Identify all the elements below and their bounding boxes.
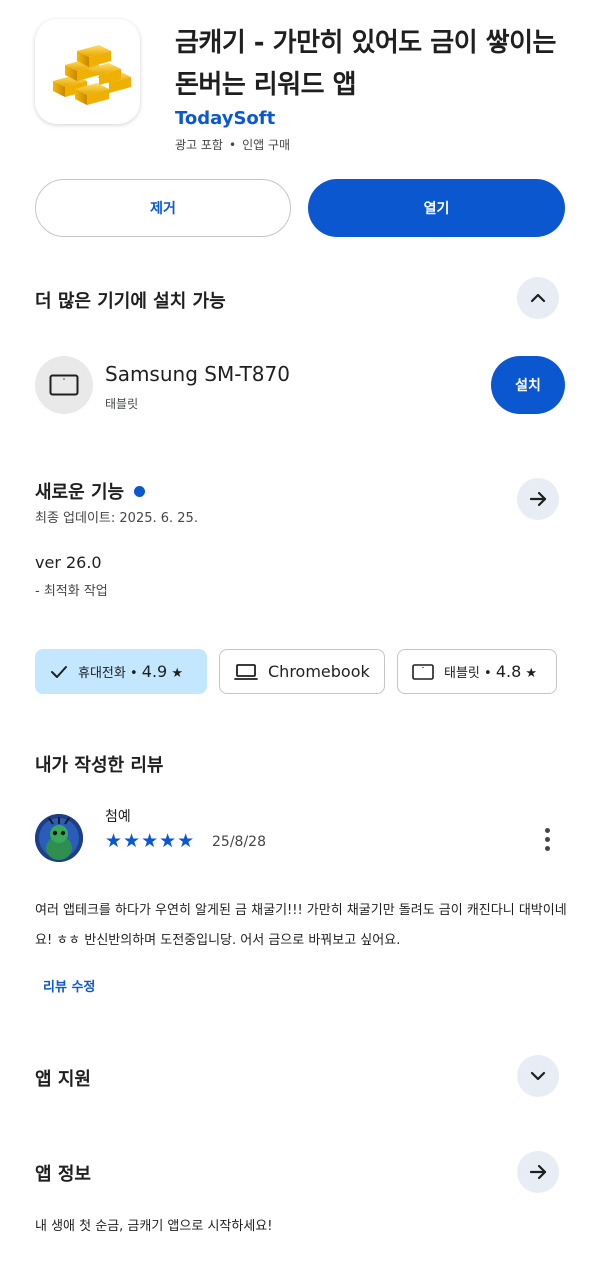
review-stars: ★★★★★ [105, 830, 196, 852]
developer-link[interactable]: TodaySoft [175, 108, 275, 129]
arrow-right-icon [529, 1164, 547, 1180]
device-avatar [35, 356, 93, 414]
check-icon [51, 665, 67, 678]
device-name: Samsung SM-T870 [105, 362, 290, 386]
chip-phone[interactable]: 휴대전화 • 4.9 ★ [35, 649, 207, 694]
app-info-title: 앱 정보 [35, 1164, 91, 1185]
app-description: 내 생애 첫 순금, 금캐기 앱으로 시작하세요! [35, 1219, 273, 1234]
open-button[interactable]: 열기 [308, 179, 565, 237]
more-devices-title: 더 많은 기기에 설치 가능 [35, 291, 226, 312]
reviewer-name: 첨예 [105, 809, 131, 825]
install-button[interactable]: 설치 [491, 356, 565, 414]
arrow-right-icon [529, 491, 547, 507]
app-icon [35, 19, 140, 124]
whats-new-arrow-button[interactable] [517, 478, 559, 520]
review-date: 25/8/28 [212, 834, 266, 850]
chevron-down-icon [530, 1071, 546, 1081]
contains-ads-label: 광고 포함 [175, 138, 223, 152]
review-text: 여러 앱테크를 하다가 우연히 알게된 금 채굴기!!! 가만히 채굴기만 돌려… [35, 903, 567, 948]
chip-tablet-label: 태블릿 • 4.8 ★ [444, 662, 538, 681]
chip-tablet[interactable]: 태블릿 • 4.8 ★ [397, 649, 557, 694]
app-meta: 광고 포함 • 인앱 구매 [175, 138, 291, 152]
app-info-arrow-button[interactable] [517, 1151, 559, 1193]
version-text: ver 26.0 [35, 553, 102, 572]
gold-bars-icon [53, 45, 131, 105]
device-type: 태블릿 [105, 397, 139, 411]
uninstall-button[interactable]: 제거 [35, 179, 291, 237]
collapse-devices-button[interactable] [517, 277, 559, 319]
whats-new-label: 새로운 기능 [35, 482, 125, 503]
avatar-image [35, 814, 83, 862]
changelog-text: - 최적화 작업 [35, 584, 108, 599]
tablet-icon [49, 374, 79, 396]
more-vert-icon [544, 827, 550, 833]
last-updated: 최종 업데이트: 2025. 6. 25. [35, 511, 198, 526]
chip-phone-label: 휴대전화 • 4.9 ★ [78, 662, 184, 681]
chevron-up-icon [530, 293, 546, 303]
review-more-options-button[interactable] [530, 822, 564, 856]
app-support-title: 앱 지원 [35, 1069, 91, 1090]
chip-chromebook[interactable]: Chromebook [219, 649, 385, 694]
in-app-purchases-label: 인앱 구매 [242, 138, 291, 152]
edit-review-link[interactable]: 리뷰 수정 [43, 976, 95, 995]
reviewer-avatar [35, 814, 83, 862]
whats-new-title[interactable]: 새로운 기능 [35, 478, 146, 504]
tablet-icon [412, 663, 434, 680]
app-title: 금캐기 - 가만히 있어도 금이 쌓이는 돈버는 리워드 앱 [175, 28, 556, 100]
new-indicator-dot [134, 485, 146, 497]
laptop-icon [234, 663, 258, 680]
my-review-title: 내가 작성한 리뷰 [35, 755, 164, 776]
expand-app-support-button[interactable] [517, 1055, 559, 1097]
chip-chromebook-label: Chromebook [268, 662, 370, 681]
